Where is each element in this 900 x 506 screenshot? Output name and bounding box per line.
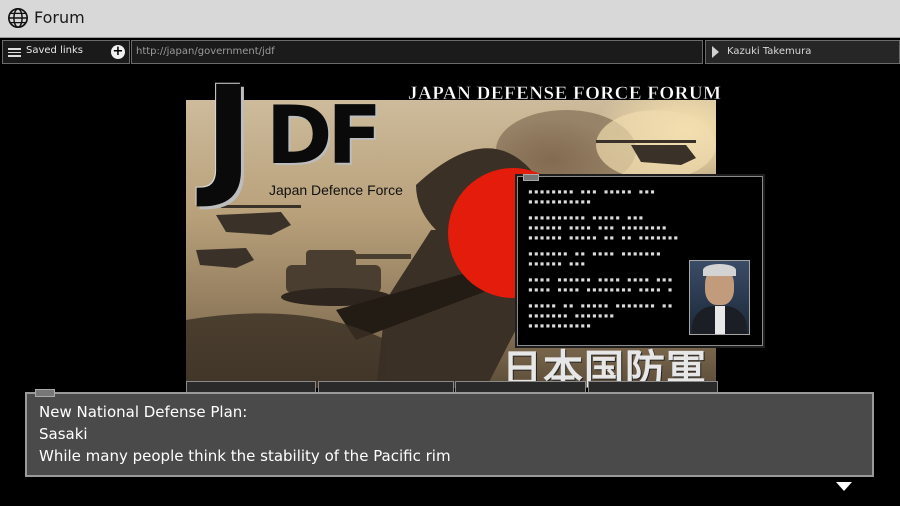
play-arrow-icon — [712, 46, 719, 58]
memo-cipher-text: ▪▪▪▪▪▪▪▪ ▪▪▪ ▪▪▪▪▪ ▪▪▪ ▪▪▪▪▪▪▪▪▪▪▪ ▪▪▪▪▪… — [528, 187, 680, 330]
jdf-logo-subtitle: Japan Defence Force — [269, 182, 403, 198]
window-title: Forum — [34, 8, 85, 27]
character-portrait — [689, 260, 750, 335]
portrait-shirt — [715, 306, 725, 334]
character-memo-popup: ▪▪▪▪▪▪▪▪ ▪▪▪ ▪▪▪▪▪ ▪▪▪ ▪▪▪▪▪▪▪▪▪▪▪ ▪▪▪▪▪… — [517, 174, 763, 346]
window-title-bar: Forum — [0, 0, 900, 38]
browser-nav-row: Saved links + http://japan/government/jd… — [0, 38, 900, 66]
dialog-speaker: Sasaki — [39, 425, 88, 443]
jdf-logo-df: DF — [266, 89, 382, 182]
saved-links-button[interactable]: Saved links + — [2, 40, 130, 64]
globe-icon — [8, 8, 28, 28]
dialog-text: While many people think the stability of… — [39, 447, 451, 465]
dialog-heading: New National Defense Plan: — [39, 403, 248, 421]
user-name: Kazuki Takemura — [727, 46, 812, 57]
next-arrow-icon[interactable] — [836, 482, 852, 491]
portrait-hair — [703, 264, 736, 276]
forum-title: JAPAN DEFENSE FORCE FORUM — [408, 83, 722, 104]
jdf-logo-j: J — [204, 58, 253, 212]
dialog-box[interactable]: New National Defense Plan: Sasaki While … — [25, 389, 874, 477]
user-menu-button[interactable]: Kazuki Takemura — [705, 40, 900, 64]
add-link-icon[interactable]: + — [111, 45, 125, 59]
menu-icon — [8, 48, 21, 57]
popup-tab-marker — [523, 174, 539, 181]
saved-links-label: Saved links — [26, 45, 83, 56]
address-url: http://japan/government/jdf — [136, 46, 275, 57]
dialog-tab-marker — [35, 389, 55, 397]
